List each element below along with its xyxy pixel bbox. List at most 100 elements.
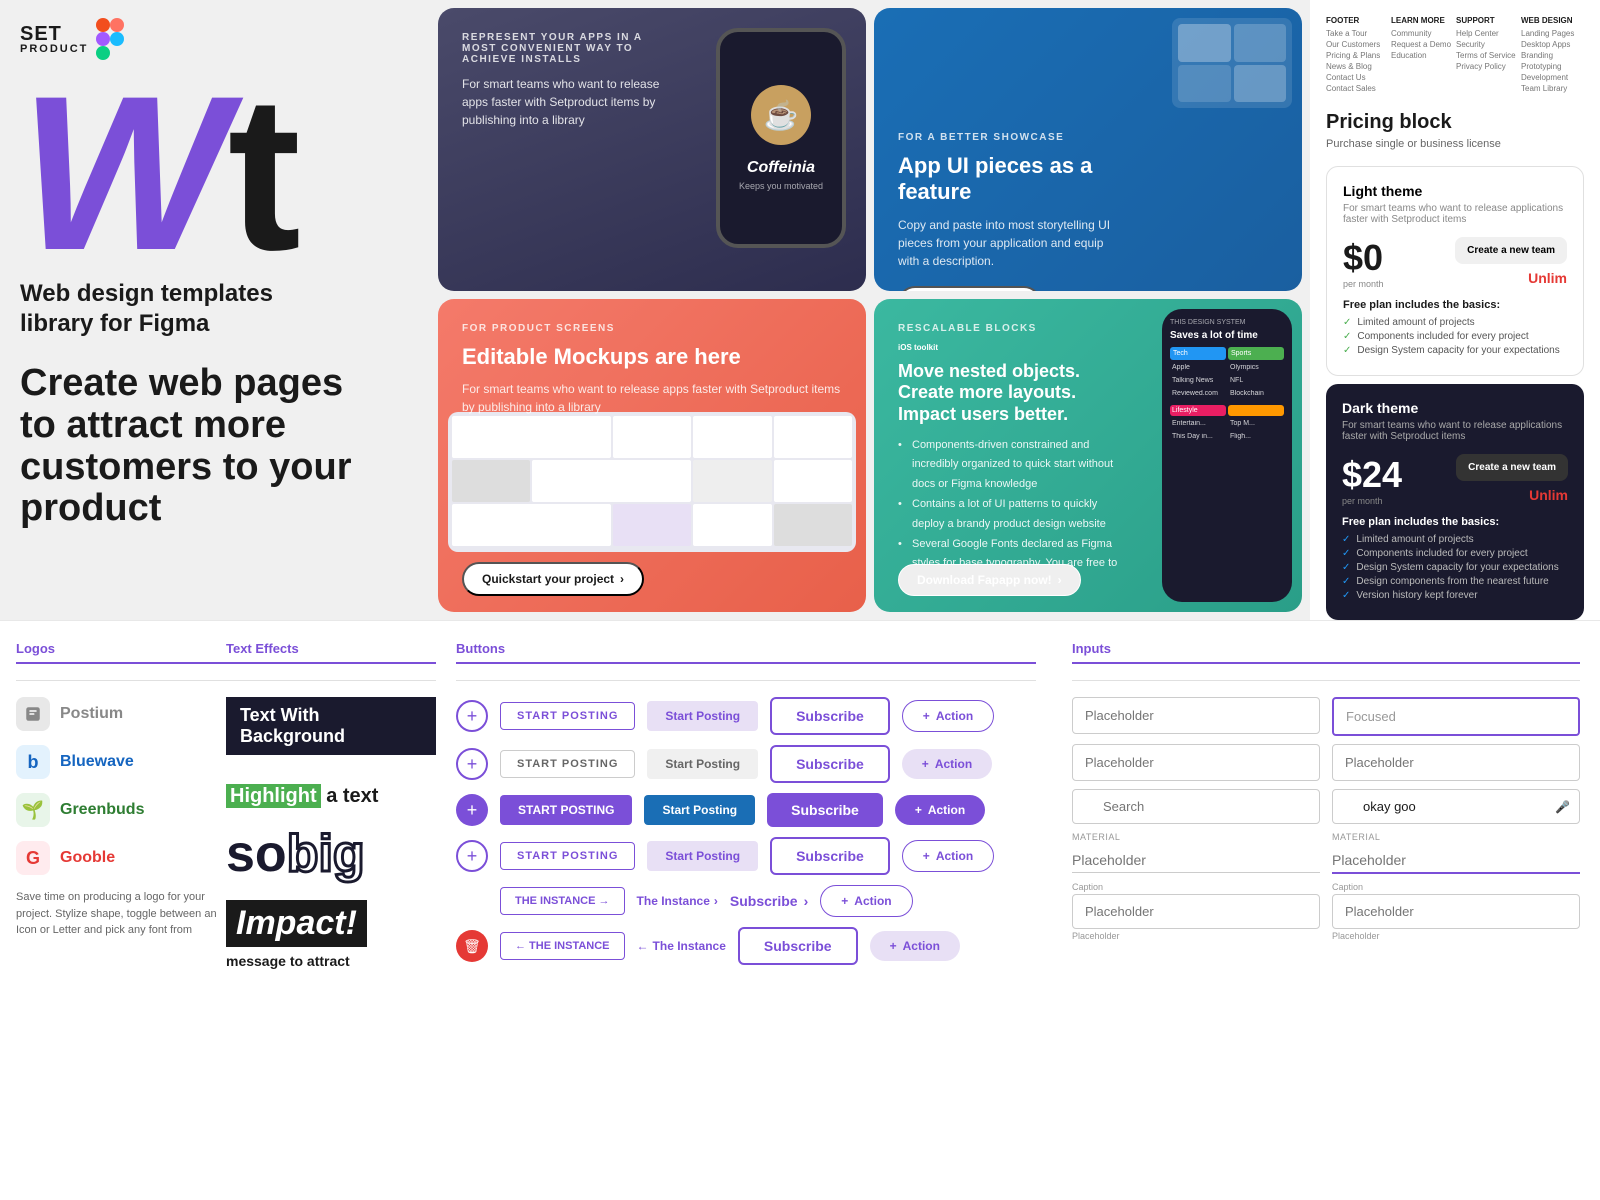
input-wrapper-placeholder3: [1332, 744, 1580, 781]
input-wrapper-search2: 🔍 🎤: [1332, 789, 1580, 824]
input-material-1[interactable]: [1072, 844, 1320, 873]
btn-start-posting-outline-1[interactable]: START POSTING: [500, 702, 635, 730]
nav-link-dev[interactable]: Development: [1521, 73, 1584, 82]
nav-link-community[interactable]: Community: [1391, 29, 1454, 38]
btn-instance-text-1[interactable]: The Instance ›: [637, 894, 718, 908]
nav-link-customers[interactable]: Our Customers: [1326, 40, 1389, 49]
btn-action-light-1[interactable]: + Action: [902, 749, 992, 779]
btn-subscribe-filled-1[interactable]: Subscribe: [767, 793, 883, 827]
nav-link-privacy[interactable]: Privacy Policy: [1456, 62, 1519, 71]
hero-letters: Wt: [0, 70, 430, 267]
inputs-grid: 🔍 🔍 🎤 MATERIAL MATERIAL Caption: [1072, 697, 1580, 941]
btn-instance-text-left[interactable]: ← The Instance: [637, 939, 726, 953]
pricing-light-card: Light theme For smart teams who want to …: [1326, 166, 1584, 376]
input-caption-2[interactable]: [1332, 894, 1580, 929]
hero-t: t: [228, 50, 301, 296]
text-effect-big: so big: [226, 824, 436, 884]
pricing-dark-feat-1: ✓ Limited amount of projects: [1342, 534, 1568, 545]
nav-link-security[interactable]: Security: [1456, 40, 1519, 49]
logos-column: Logos Postium b Bluewave 🌱 Greenbuds G G…: [16, 641, 226, 1180]
btn-row-4: + START POSTING Start Posting Subscribe …: [456, 837, 1036, 875]
card2-title: App UI pieces as a feature: [898, 153, 1126, 206]
pricing-dark-feat-2: ✓ Components included for every project: [1342, 548, 1568, 559]
card2-btn[interactable]: Use this method ›: [898, 286, 1041, 291]
input-placeholder-2[interactable]: [1072, 744, 1320, 781]
input-material-2[interactable]: [1332, 844, 1580, 874]
logo-item-postium: Postium: [16, 697, 226, 731]
nav-link-tour[interactable]: Take a Tour: [1326, 29, 1389, 38]
card3-btn[interactable]: Quickstart your project ›: [462, 562, 644, 596]
pricing-per-month-light: per month: [1343, 279, 1384, 289]
btn-start-posting-blue[interactable]: Start Posting: [644, 795, 755, 825]
btn-start-posting-outline-gray[interactable]: START POSTING: [500, 750, 635, 778]
btn-instance-outline-left[interactable]: ← THE INSTANCE: [500, 932, 625, 960]
nav-link-landing[interactable]: Landing Pages: [1521, 29, 1584, 38]
buttons-title: Buttons: [456, 641, 1036, 664]
hero-subtitle: Web design templateslibrary for Figma: [0, 267, 430, 347]
nav-link-demo[interactable]: Request a Demo: [1391, 40, 1454, 49]
btn-action-outline-1[interactable]: + Action: [902, 700, 994, 732]
btn-subscribe-outline-2[interactable]: Subscribe: [770, 745, 890, 783]
input-focused-1[interactable]: [1332, 697, 1580, 736]
pricing-feature-2: ✓ Components included for every project: [1343, 331, 1567, 342]
input-search-1[interactable]: [1072, 789, 1320, 824]
create-team-btn-light[interactable]: Create a new team: [1455, 237, 1567, 264]
input-caption-1[interactable]: [1072, 894, 1320, 929]
pricing-dark-feat-4: ✓ Design components from the nearest fut…: [1342, 576, 1568, 587]
btn-action-outline-3[interactable]: + Action: [820, 885, 912, 917]
input-placeholder-1[interactable]: [1072, 697, 1320, 734]
input-wrapper-search1: 🔍: [1072, 789, 1320, 824]
btn-subscribe-outline-1[interactable]: Subscribe: [770, 697, 890, 735]
trash-circle-1[interactable]: 🗑: [456, 930, 488, 962]
btn-row-2: + START POSTING Start Posting Subscribe …: [456, 745, 1036, 783]
input-wrapper-placeholder2: [1072, 744, 1320, 781]
unlimited-label-dark: Unlim: [1529, 487, 1568, 503]
nav-link-branding[interactable]: Branding: [1521, 51, 1584, 60]
pricing-dark-feat-3: ✓ Design System capacity for your expect…: [1342, 562, 1568, 573]
hero-cta: Create web pages to attract more custome…: [0, 347, 400, 530]
nav-link-news[interactable]: News & Blog: [1326, 62, 1389, 71]
nav-link-proto[interactable]: Prototyping: [1521, 62, 1584, 71]
input-placeholder-3[interactable]: [1332, 744, 1580, 781]
btn-subscribe-outline-3[interactable]: Subscribe: [770, 837, 890, 875]
bottom-section: Logos Postium b Bluewave 🌱 Greenbuds G G…: [0, 620, 1600, 1200]
plus-circle-3[interactable]: +: [456, 840, 488, 872]
btn-start-posting-light-1[interactable]: Start Posting: [647, 701, 758, 731]
nav-link-terms[interactable]: Terms of Service: [1456, 51, 1519, 60]
btn-row-6: 🗑 ← THE INSTANCE ← The Instance Subscrib…: [456, 927, 1036, 965]
plus-circle-1[interactable]: +: [456, 700, 488, 732]
btn-start-posting-outline-2[interactable]: START POSTING: [500, 842, 635, 870]
nav-link-team[interactable]: Team Library: [1521, 84, 1584, 93]
nav-link-education[interactable]: Education: [1391, 51, 1454, 60]
nav-link-help[interactable]: Help Center: [1456, 29, 1519, 38]
pricing-block-subtitle: Purchase single or business license: [1326, 138, 1584, 150]
input-wrapper-material2: MATERIAL: [1332, 832, 1580, 874]
btn-start-posting-gray[interactable]: Start Posting: [647, 749, 758, 779]
plus-circle-filled-1[interactable]: +: [456, 794, 488, 826]
btn-start-posting-light-2[interactable]: Start Posting: [647, 841, 758, 871]
caption-hint-2: Placeholder: [1332, 931, 1580, 941]
btn-action-light-2[interactable]: + Action: [870, 931, 960, 961]
btn-instance-outline-1[interactable]: THE INSTANCE →: [500, 887, 625, 915]
input-search-2[interactable]: [1332, 789, 1580, 824]
btn-action-filled-1[interactable]: + Action: [895, 795, 985, 825]
btn-subscribe-outline-4[interactable]: Subscribe: [738, 927, 858, 965]
caption-label-1: Caption: [1072, 882, 1320, 892]
nav-link-desktop[interactable]: Desktop Apps: [1521, 40, 1584, 49]
gooble-name: Gooble: [60, 849, 115, 867]
card4-btn[interactable]: Download Fapapp now! ›: [898, 564, 1081, 596]
btn-action-outline-2[interactable]: + Action: [902, 840, 994, 872]
input-wrapper-material1: MATERIAL: [1072, 832, 1320, 874]
plus-circle-2[interactable]: +: [456, 748, 488, 780]
btn-start-posting-filled[interactable]: START POSTING: [500, 795, 632, 825]
nav-link-sales[interactable]: Contact Sales: [1326, 84, 1389, 93]
card-rescalable: THIS DESIGN SYSTEM Saves a lot of time T…: [874, 299, 1302, 612]
text-effect-sub: message to attract: [226, 953, 436, 969]
pricing-dark-label: Dark theme: [1342, 400, 1568, 416]
nav-link-contact[interactable]: Contact Us: [1326, 73, 1389, 82]
create-team-btn-dark[interactable]: Create a new team: [1456, 454, 1568, 481]
nav-link-pricing[interactable]: Pricing & Plans: [1326, 51, 1389, 60]
nav-col-support: SUPPORT: [1456, 16, 1519, 25]
material-label-2: MATERIAL: [1332, 832, 1580, 842]
btn-subscribe-text-1[interactable]: Subscribe ›: [730, 893, 808, 909]
